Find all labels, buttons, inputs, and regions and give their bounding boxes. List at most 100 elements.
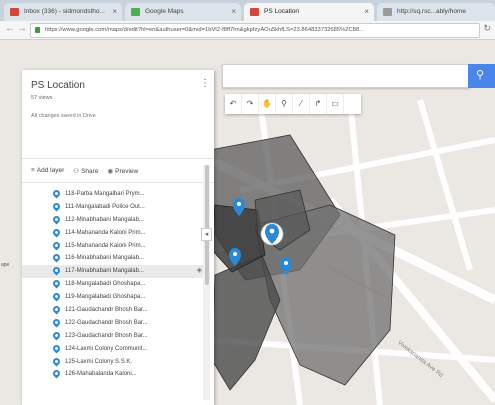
list-item-label: 116-Minabhabani Mangalab...: [65, 255, 144, 262]
map-toolbar: ↶ ↷ ✋ ⚲ ⁄ ↱ ▭: [225, 94, 361, 114]
list-item-label: 118-Parba Mangalbari Prym...: [65, 191, 145, 197]
location-pin-icon: [51, 188, 62, 199]
add-route-icon[interactable]: ↱: [310, 94, 327, 114]
list-item[interactable]: 116-Minabhabani Mangalab...: [22, 252, 208, 265]
list-item-label: 124-Laxmi Colony Communit...: [65, 345, 148, 352]
list-item-label: 125-Laxmi Colony S.S.K.: [65, 358, 133, 365]
collapse-panel-icon[interactable]: ◂: [201, 228, 212, 241]
location-pin-icon: [51, 265, 62, 276]
draw-line-icon[interactable]: ⁄: [293, 94, 310, 114]
tab-inbox[interactable]: Inbox (336) - sidmondstho... ×: [4, 3, 122, 21]
tab-label: Google Maps: [145, 8, 184, 15]
forward-icon[interactable]: →: [17, 23, 27, 34]
address-bar: ← → https://www.google.com/maps/d/edit?h…: [0, 21, 495, 40]
search-button[interactable]: ⚲: [468, 64, 495, 88]
selected-marker-pin-icon[interactable]: [260, 222, 284, 246]
location-pin-icon: [51, 278, 62, 289]
map-search-input[interactable]: [222, 64, 470, 88]
location-pin-icon: [51, 369, 62, 379]
tab-label: PS Location: [264, 8, 300, 15]
list-item-label: 112-Minabhabani Mangalab...: [65, 216, 144, 223]
polygon-area[interactable]: [211, 254, 281, 391]
maps-icon: [131, 8, 140, 16]
location-pin-icon: [51, 227, 62, 238]
list-item[interactable]: 115-Mahananda Kaloni Prim...: [22, 240, 208, 253]
list-item-label: 111-Mangalabadi Police Out...: [65, 203, 145, 210]
ruler-icon[interactable]: ▭: [327, 94, 344, 114]
view-count: 57 views: [31, 95, 53, 101]
gmail-icon: [10, 8, 19, 16]
back-icon[interactable]: ←: [5, 23, 15, 34]
location-pin-icon: [51, 214, 62, 225]
list-item-label: 117-Minabhabani Mangalab...: [65, 268, 144, 275]
add-layer-button[interactable]: ≡ Add layer: [31, 167, 64, 177]
page-icon: [383, 8, 392, 16]
location-pin-icon: [51, 330, 62, 341]
map-side-panel: PS Location 57 views ⋮ All changes saved…: [22, 70, 214, 405]
location-pin-icon: [51, 253, 62, 263]
map-edge-label: ape: [1, 262, 10, 268]
undo-icon[interactable]: ↶: [225, 94, 242, 114]
list-item[interactable]: 119-Mangalabadi Ghoshapa...: [22, 291, 208, 304]
preview-button[interactable]: ◉ Preview: [107, 167, 138, 177]
save-status: All changes saved in Drive: [31, 113, 96, 119]
layers-icon: ≡: [31, 167, 35, 174]
search-icon: ⚲: [476, 69, 485, 81]
location-pin-icon: [51, 201, 62, 212]
location-pin-icon: [51, 291, 62, 302]
location-pin-icon: [51, 304, 62, 315]
tab-url[interactable]: http://sq.rsc...ably/home: [377, 3, 495, 21]
list-item[interactable]: 118-Parba Mangalbari Prym...: [22, 188, 208, 201]
tab-google-maps[interactable]: Google Maps ×: [125, 3, 241, 21]
list-item-label: 123-Gaudachandr Bhosh Bar...: [65, 332, 148, 339]
list-item[interactable]: 112-Minabhabani Mangalab...: [22, 214, 208, 227]
add-layer-label: Add layer: [36, 167, 65, 174]
list-item[interactable]: 114-Mahananda Kaloni Prim...: [22, 227, 208, 240]
list-item-label: 126-Mahabalanda Kaloni...: [65, 371, 137, 378]
list-item-selected[interactable]: 117-Minabhabani Mangalab... ◈: [22, 265, 208, 279]
share-button[interactable]: ⚇ Share: [73, 167, 98, 177]
more-options-icon[interactable]: ⋮: [200, 78, 210, 89]
scrollbar-thumb[interactable]: [205, 165, 209, 285]
list-item-label: 114-Mahananda Kaloni Prim...: [65, 229, 146, 236]
location-pin-icon: [51, 240, 62, 251]
tab-ps-location[interactable]: PS Location ×: [244, 3, 374, 21]
list-item-label: 121-Gaudachandr Bhosh Bar...: [65, 307, 148, 314]
list-item[interactable]: 118-Mangalabadi Ghoshapa...: [22, 278, 208, 291]
add-person-icon: ⚇: [73, 168, 80, 175]
list-item[interactable]: 122-Gaudachandr Bhosh Bar...: [22, 317, 208, 330]
location-pin-icon: [51, 317, 62, 328]
close-icon[interactable]: ×: [364, 3, 369, 21]
list-item[interactable]: 121-Gaudachandr Bhosh Bar...: [22, 304, 208, 317]
list-item-label: 122-Gaudachandr Bhosh Bar...: [65, 319, 148, 326]
panel-actions: ≡ Add layer ⚇ Share ◉ Preview: [31, 167, 138, 177]
list-item-label: 118-Mangalabadi Ghoshapa...: [65, 281, 146, 288]
map-title[interactable]: PS Location: [31, 80, 85, 91]
url-text: https://www.google.com/maps/d/edit?hl=en…: [45, 27, 364, 33]
add-marker-icon[interactable]: ⚲: [276, 94, 293, 114]
browser-tab-strip: Inbox (336) - sidmondstho... × Google Ma…: [0, 0, 495, 21]
tab-label: Inbox (336) - sidmondstho...: [24, 8, 105, 15]
location-list: 118-Parba Mangalbari Prym... 111-Mangala…: [22, 188, 208, 381]
eye-icon: ◉: [107, 168, 114, 175]
share-label: Share: [81, 168, 99, 175]
hand-icon[interactable]: ✋: [259, 94, 276, 114]
maps-pin-icon: [250, 8, 259, 16]
list-item[interactable]: 126-Mahabalanda Kaloni...: [22, 368, 208, 381]
list-item[interactable]: 123-Gaudachandr Bhosh Bar...: [22, 330, 208, 343]
close-icon[interactable]: ×: [231, 3, 236, 21]
list-item[interactable]: 111-Mangalabadi Police Out...: [22, 201, 208, 214]
reload-icon[interactable]: ↻: [483, 23, 491, 34]
list-item[interactable]: 125-Laxmi Colony S.S.K.: [22, 356, 208, 369]
url-field[interactable]: https://www.google.com/maps/d/edit?hl=en…: [30, 23, 480, 38]
location-pin-icon: [51, 343, 62, 354]
divider: [22, 182, 214, 183]
close-icon[interactable]: ×: [112, 3, 117, 21]
location-pin-icon: [51, 356, 62, 367]
divider: [22, 158, 214, 159]
list-item-label: 115-Mahananda Kaloni Prim...: [65, 242, 146, 249]
redo-icon[interactable]: ↷: [242, 94, 259, 114]
list-item[interactable]: 124-Laxmi Colony Communit...: [22, 343, 208, 356]
paint-bucket-icon[interactable]: ◈: [197, 265, 202, 278]
lock-icon: [35, 27, 40, 33]
